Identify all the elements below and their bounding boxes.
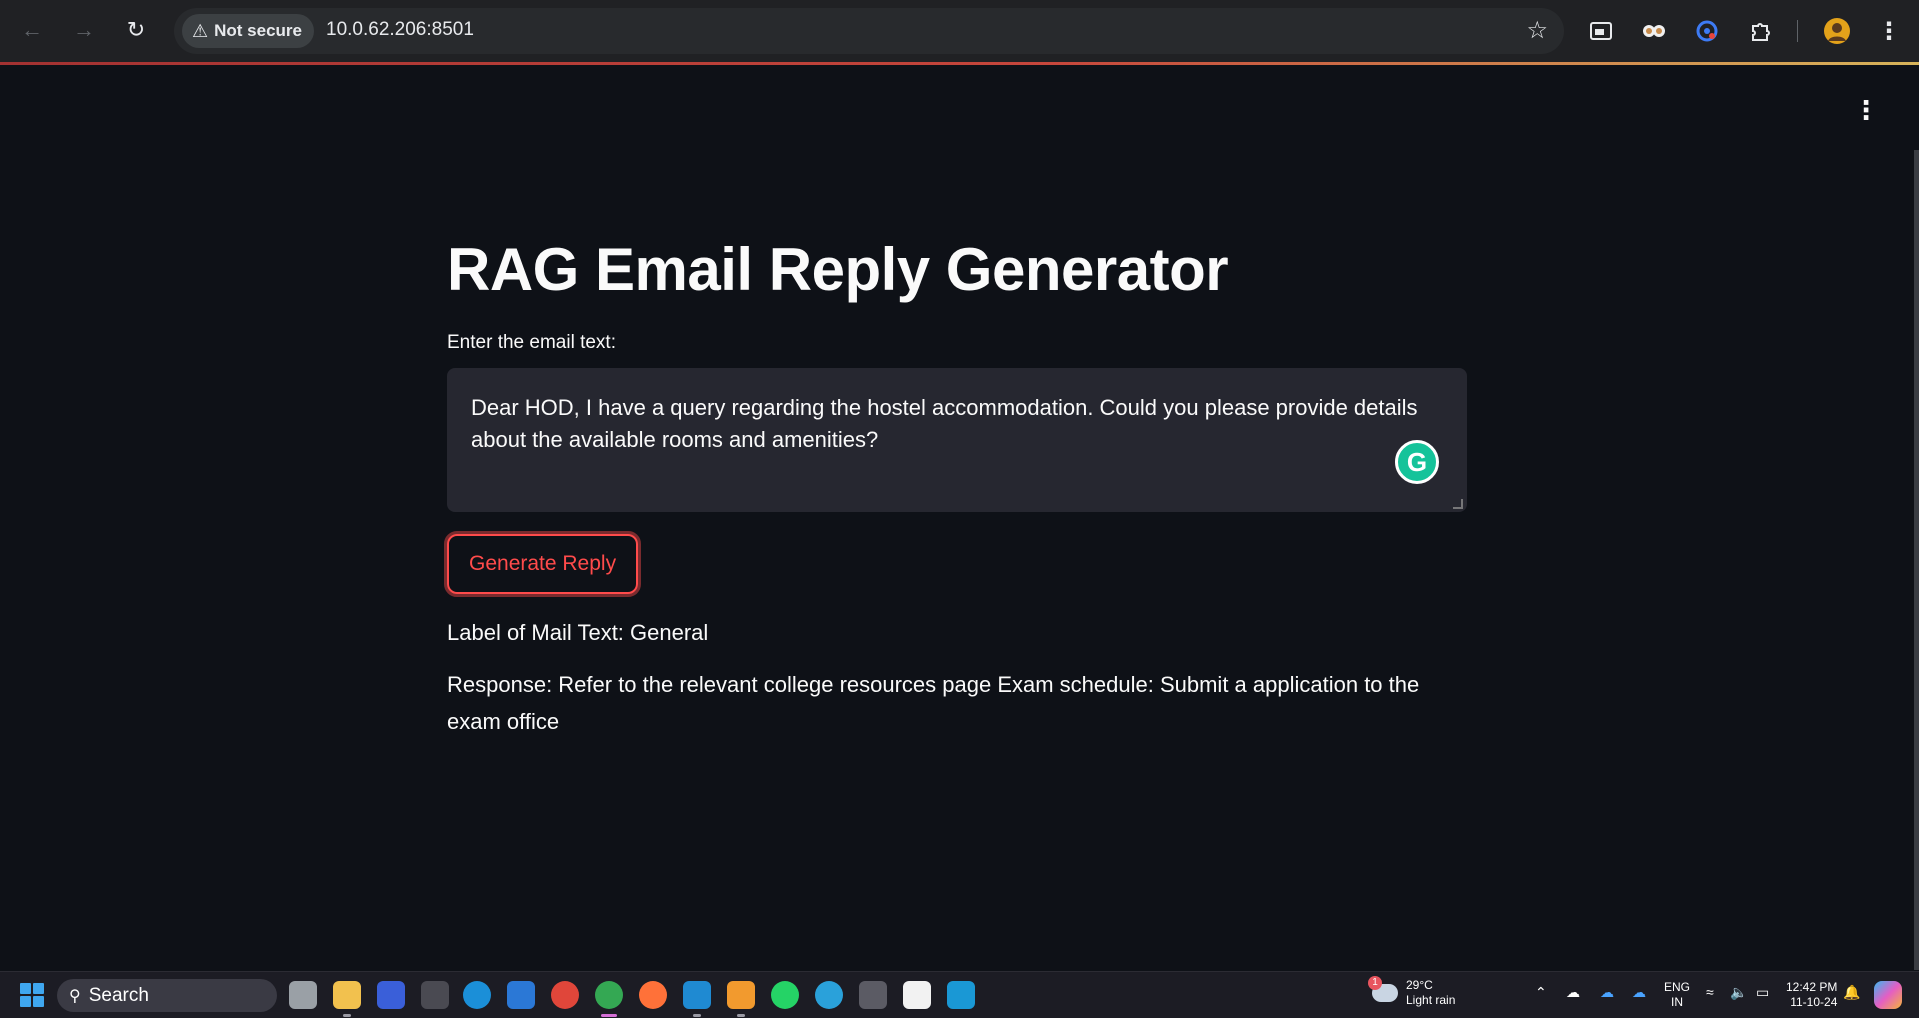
weather-desc: Light rain	[1406, 993, 1456, 1007]
clock-date: 11-10-24	[1790, 995, 1838, 1009]
picture-in-picture-icon[interactable]	[1584, 14, 1618, 48]
scrollbar[interactable]	[1914, 150, 1919, 970]
taskbar-search-label: Search	[88, 984, 149, 1006]
app-menu-icon[interactable]: ⋮	[1853, 97, 1879, 123]
search-icon: ⚲	[69, 987, 81, 1005]
streamlit-app: ⋮ RAG Email Reply Generator Enter the em…	[0, 65, 1919, 971]
vscode-icon[interactable]	[683, 981, 711, 1017]
extension-owl-icon[interactable]	[1637, 14, 1671, 48]
profile-avatar[interactable]	[1820, 14, 1854, 48]
security-label: Not secure	[214, 21, 303, 40]
wifi-icon[interactable]: ≈	[1706, 984, 1714, 1000]
volume-muted-icon[interactable]: 🔈	[1730, 984, 1747, 1001]
chrome-icon[interactable]	[551, 981, 579, 1009]
onedrive-icon[interactable]: ☁	[1566, 984, 1580, 1001]
taskbar-search[interactable]: ⚲ Search	[57, 979, 277, 1012]
clock-time: 12:42 PM	[1786, 980, 1838, 994]
weather-temp: 29°C	[1406, 978, 1433, 992]
app-icon-m[interactable]	[377, 981, 405, 1009]
chrome-active-icon[interactable]	[595, 981, 623, 1017]
browser-toolbar: ← → ↻ ⚠ Not secure 10.0.62.206:8501 ☆ ⋮	[0, 0, 1919, 62]
store-icon[interactable]	[507, 981, 535, 1009]
firefox-icon[interactable]	[639, 981, 667, 1009]
telegram-icon[interactable]	[815, 981, 843, 1009]
edge-icon[interactable]	[463, 981, 491, 1009]
email-text-label: Enter the email text:	[447, 332, 616, 353]
app-icon-hex[interactable]	[421, 981, 449, 1009]
onedrive-blue-icon[interactable]: ☁	[1600, 984, 1614, 1001]
copilot-icon[interactable]	[1874, 981, 1902, 1009]
windows-taskbar: ⚲ Search 1 29°C Light rain ⌃ ☁ ☁ ☁ ENG I…	[0, 971, 1919, 1018]
forward-arrow-icon[interactable]: →	[66, 12, 102, 48]
warning-triangle-icon: ⚠	[192, 20, 209, 41]
whatsapp-icon[interactable]	[771, 981, 799, 1009]
onedrive-sync-icon[interactable]: ☁	[1632, 984, 1646, 1001]
weather-widget[interactable]: 1 29°C Light rain	[1368, 976, 1456, 1008]
bookmark-star-icon[interactable]: ☆	[1526, 16, 1548, 45]
lang-top: ENG	[1664, 980, 1691, 994]
extensions-puzzle-icon[interactable]	[1743, 14, 1777, 48]
reload-icon[interactable]: ↻	[118, 12, 154, 48]
resize-handle[interactable]	[1453, 499, 1463, 509]
security-chip[interactable]: ⚠ Not secure	[182, 14, 315, 48]
lang-bottom: IN	[1671, 995, 1683, 1009]
grammarly-icon[interactable]: G	[1395, 440, 1439, 484]
extension-circle-icon[interactable]	[1690, 14, 1724, 48]
clapper-icon[interactable]	[859, 981, 887, 1009]
cloud-rain-icon: 1	[1368, 976, 1398, 1002]
main-content: RAG Email Reply Generator Enter the emai…	[443, 235, 1467, 740]
email-textarea[interactable]: Dear HOD, I have a query regarding the h…	[447, 368, 1467, 512]
toolbar-divider	[1797, 20, 1798, 42]
mail-label-result: Label of Mail Text: General	[447, 620, 709, 645]
windows-start-icon[interactable]	[20, 983, 44, 1007]
notification-bell-icon[interactable]: 🔔	[1843, 984, 1860, 1001]
system-clock[interactable]: 12:42 PM 11-10-24	[1786, 980, 1837, 1010]
page-title: RAG Email Reply Generator	[447, 236, 1229, 303]
language-indicator[interactable]: ENG IN	[1664, 980, 1690, 1010]
email-text-value[interactable]: Dear HOD, I have a query regarding the h…	[471, 395, 1418, 452]
file-explorer-icon[interactable]	[333, 981, 361, 1017]
url-text[interactable]: 10.0.62.206:8501	[326, 19, 474, 41]
battery-icon[interactable]: ▭	[1756, 984, 1769, 1001]
back-arrow-icon[interactable]: ←	[14, 12, 50, 48]
generate-reply-button[interactable]: Generate Reply	[443, 531, 642, 597]
response-text: Response: Refer to the relevant college …	[447, 672, 1420, 734]
prime-video-icon[interactable]	[947, 981, 975, 1009]
browser-menu-icon[interactable]: ⋮	[1872, 14, 1906, 48]
address-bar[interactable]: ⚠ Not secure 10.0.62.206:8501 ☆	[174, 8, 1564, 54]
weather-badge: 1	[1368, 976, 1382, 990]
task-view-icon[interactable]	[289, 981, 317, 1009]
app-icon-orange[interactable]	[727, 981, 755, 1017]
app-icon-red-doc[interactable]	[903, 981, 931, 1009]
tray-chevron-icon[interactable]: ⌃	[1535, 984, 1547, 1001]
